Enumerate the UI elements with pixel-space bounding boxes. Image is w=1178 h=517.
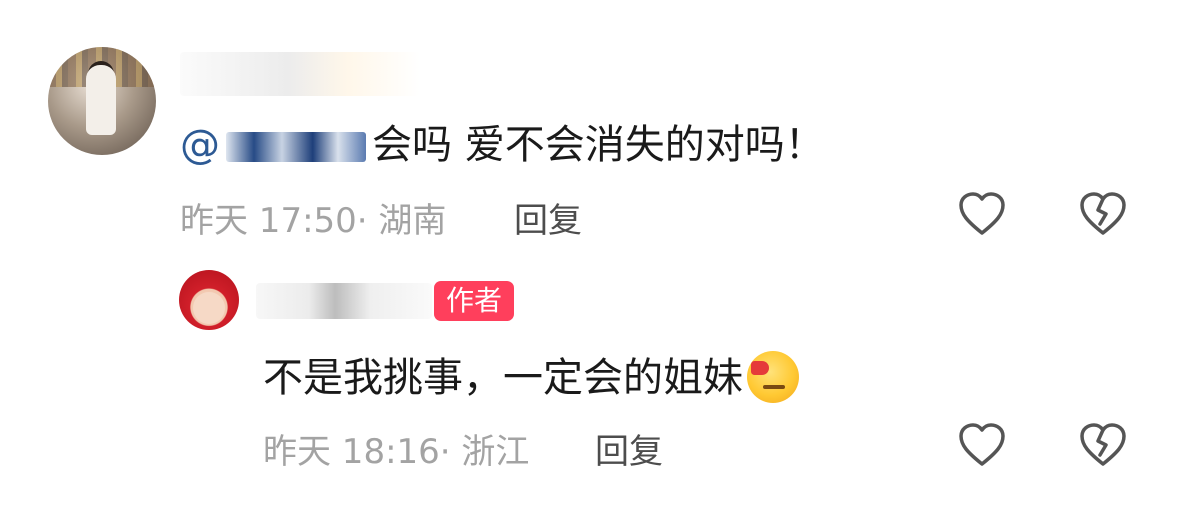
reply-reply-button[interactable]: 回复 [595, 424, 663, 473]
mention-username-redacted[interactable] [226, 132, 366, 162]
comment-body: 会吗 爱不会消失的对吗！ [372, 122, 825, 168]
comment-reply-button[interactable]: 回复 [514, 193, 582, 242]
avatar-face [193, 292, 225, 324]
comment-time-location: 昨天 17:50· 湖南 [180, 201, 447, 241]
avatar-figure [86, 65, 116, 135]
comment-text: @ 会吗 爱不会消失的对吗！ [180, 117, 825, 173]
broken-heart-icon[interactable] [1078, 190, 1128, 240]
commenter-username-redacted[interactable] [180, 52, 420, 96]
author-username-redacted[interactable] [256, 283, 432, 319]
reply-time-location: 昨天 18:16· 浙江 [263, 432, 530, 472]
smirk-emoji-icon [747, 351, 799, 403]
author-avatar[interactable] [179, 270, 239, 330]
author-badge: 作者 [434, 281, 515, 321]
broken-heart-icon[interactable] [1078, 421, 1128, 471]
commenter-avatar[interactable] [48, 47, 156, 155]
reply-body: 不是我挑事，一定会的姐妹 [263, 355, 743, 401]
reply-text: 不是我挑事，一定会的姐妹 [263, 350, 799, 406]
mention-at-sign[interactable]: @ [180, 122, 220, 168]
heart-outline-icon[interactable] [957, 190, 1007, 240]
heart-outline-icon[interactable] [957, 421, 1007, 471]
